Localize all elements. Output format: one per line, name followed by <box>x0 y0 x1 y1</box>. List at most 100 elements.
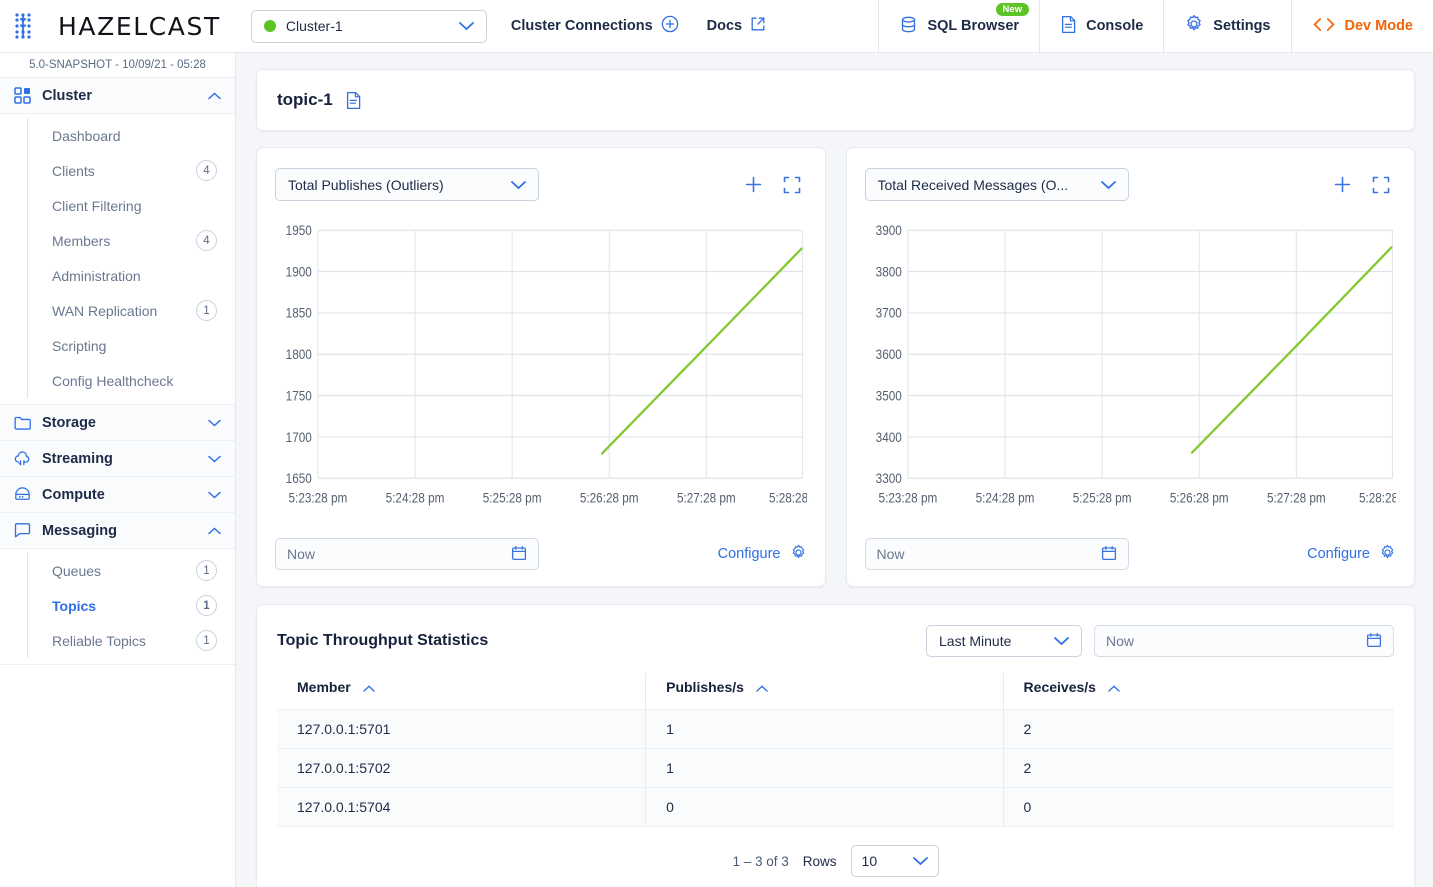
fullscreen-icon[interactable] <box>783 176 801 194</box>
sidebar-item-scripting[interactable]: Scripting <box>0 328 235 363</box>
time-range-selector[interactable]: Last Minute <box>926 625 1082 657</box>
configure-label: Configure <box>718 546 781 562</box>
settings-button[interactable]: Settings <box>1163 0 1290 52</box>
sidebar-group-label: Compute <box>42 487 197 503</box>
charts-row: Total Publishes (Outliers) <box>256 147 1415 587</box>
sidebar-item-client-filtering[interactable]: Client Filtering <box>0 188 235 223</box>
sidebar-item-label: Reliable Topics <box>52 633 196 649</box>
page-title: topic-1 <box>277 90 333 110</box>
sidebar-item-label: Topics <box>52 598 196 614</box>
table-row[interactable]: 127.0.0.1:5701 1 2 <box>277 710 1394 749</box>
pager-range-text: 1 – 3 of 3 <box>732 854 788 869</box>
chart-line-series <box>602 249 801 454</box>
svg-text:5:24:28 pm: 5:24:28 pm <box>975 489 1034 505</box>
fullscreen-icon[interactable] <box>1372 176 1390 194</box>
sort-asc-icon <box>756 679 768 695</box>
rows-per-page-selector[interactable]: 10 <box>851 845 939 877</box>
metric-selector-value: Total Received Messages (O... <box>878 177 1101 193</box>
svg-text:1650: 1650 <box>286 470 312 486</box>
plus-icon[interactable] <box>744 175 763 194</box>
sidebar-group-cluster[interactable]: Cluster <box>0 78 235 114</box>
table-row[interactable]: 127.0.0.1:5702 1 2 <box>277 749 1394 788</box>
column-header-receives[interactable]: Receives/s <box>1003 673 1394 710</box>
line-chart-publishes: 1950 1900 1850 1800 1750 1700 1650 5:23:… <box>275 223 807 524</box>
sidebar-item-count: 4 <box>196 160 217 181</box>
sidebar-group-label: Storage <box>42 415 197 431</box>
svg-text:5:25:28 pm: 5:25:28 pm <box>1072 489 1131 505</box>
chart-date-input[interactable]: Now <box>275 538 539 570</box>
main-content: topic-1 Total Publishes (Outliers) <box>236 53 1433 887</box>
chart-footer: Now Configure <box>275 538 807 570</box>
chart-header: Total Publishes (Outliers) <box>275 168 807 201</box>
sidebar-group-storage[interactable]: Storage <box>0 405 235 441</box>
sidebar-item-clients[interactable]: Clients 4 <box>0 153 235 188</box>
chart-line-series <box>1192 247 1391 452</box>
column-header-publishes[interactable]: Publishes/s <box>646 673 1003 710</box>
document-icon[interactable] <box>345 91 362 110</box>
chevron-up-icon <box>208 87 221 105</box>
chevron-down-icon <box>913 853 928 869</box>
svg-text:3800: 3800 <box>875 263 901 279</box>
svg-text:3600: 3600 <box>875 346 901 362</box>
cell-member: 127.0.0.1:5704 <box>277 788 646 827</box>
configure-button[interactable]: Configure <box>1307 544 1396 565</box>
stats-header: Topic Throughput Statistics Last Minute … <box>277 625 1394 657</box>
console-label: Console <box>1086 18 1143 34</box>
docs-link[interactable]: Docs <box>707 16 766 36</box>
stats-date-input[interactable]: Now <box>1094 625 1394 657</box>
brand-logo[interactable]: HAZELCAST <box>0 0 221 52</box>
calendar-icon <box>1366 632 1382 651</box>
configure-button[interactable]: Configure <box>718 544 807 565</box>
stats-title: Topic Throughput Statistics <box>277 632 488 650</box>
topic-header-card: topic-1 <box>256 69 1415 131</box>
sidebar-item-queues[interactable]: Queues 1 <box>0 553 235 588</box>
chat-bubble-icon <box>14 522 31 539</box>
sidebar-item-count: 1 <box>196 595 217 616</box>
svg-text:5:23:28 pm: 5:23:28 pm <box>878 489 937 505</box>
sql-browser-label: SQL Browser <box>927 18 1019 34</box>
chevron-down-icon <box>208 450 221 468</box>
sidebar-group-compute[interactable]: Compute <box>0 477 235 513</box>
topbar-links: Cluster Connections Docs <box>511 0 766 52</box>
sidebar-item-label: Members <box>52 233 196 249</box>
cluster-selector[interactable]: Cluster-1 <box>251 10 487 43</box>
metric-selector[interactable]: Total Publishes (Outliers) <box>275 168 539 201</box>
metric-selector[interactable]: Total Received Messages (O... <box>865 168 1129 201</box>
console-button[interactable]: Console <box>1039 0 1163 52</box>
column-label: Receives/s <box>1024 679 1096 695</box>
cell-receives: 2 <box>1003 710 1394 749</box>
sql-browser-button[interactable]: SQL Browser New <box>878 0 1039 52</box>
database-icon <box>899 15 918 38</box>
column-header-member[interactable]: Member <box>277 673 646 710</box>
table-pager: 1 – 3 of 3 Rows 10 <box>277 827 1394 887</box>
cell-member: 127.0.0.1:5701 <box>277 710 646 749</box>
sidebar-item-administration[interactable]: Administration <box>0 258 235 293</box>
sidebar-sublist-cluster: Dashboard Clients 4 Client Filtering Mem… <box>0 114 235 405</box>
cluster-selector-value: Cluster-1 <box>286 18 449 34</box>
chart-actions <box>744 175 807 194</box>
sidebar-group-label: Streaming <box>42 451 197 467</box>
sidebar-item-dashboard[interactable]: Dashboard <box>0 118 235 153</box>
topbar-right-actions: SQL Browser New Console Settings Dev Mo <box>878 0 1433 52</box>
sidebar-item-topics[interactable]: Topics 1 <box>0 588 235 623</box>
svg-text:5:27:28 pm: 5:27:28 pm <box>1266 489 1325 505</box>
sidebar-item-label: Client Filtering <box>52 198 217 214</box>
dev-mode-button[interactable]: Dev Mode <box>1291 0 1433 52</box>
sidebar-item-config-healthcheck[interactable]: Config Healthcheck <box>0 363 235 398</box>
sidebar-group-messaging[interactable]: Messaging <box>0 513 235 549</box>
svg-text:5:26:28 pm: 5:26:28 pm <box>1169 489 1228 505</box>
sidebar-group-streaming[interactable]: Streaming <box>0 441 235 477</box>
sidebar-item-count: 1 <box>196 630 217 651</box>
chart-date-input[interactable]: Now <box>865 538 1129 570</box>
sidebar-item-wan-replication[interactable]: WAN Replication 1 <box>0 293 235 328</box>
sidebar-item-members[interactable]: Members 4 <box>0 223 235 258</box>
table-row[interactable]: 127.0.0.1:5704 0 0 <box>277 788 1394 827</box>
plus-icon[interactable] <box>1333 175 1352 194</box>
sidebar-item-count: 1 <box>196 560 217 581</box>
cluster-connections-link[interactable]: Cluster Connections <box>511 15 679 37</box>
sidebar-item-reliable-topics[interactable]: Reliable Topics 1 <box>0 623 235 658</box>
sidebar: 5.0-SNAPSHOT - 10/09/21 - 05:28 Cluster … <box>0 53 236 887</box>
metric-selector-value: Total Publishes (Outliers) <box>288 177 511 193</box>
chart-panel-received-messages: Total Received Messages (O... <box>846 147 1416 587</box>
cell-publishes: 1 <box>646 749 1003 788</box>
